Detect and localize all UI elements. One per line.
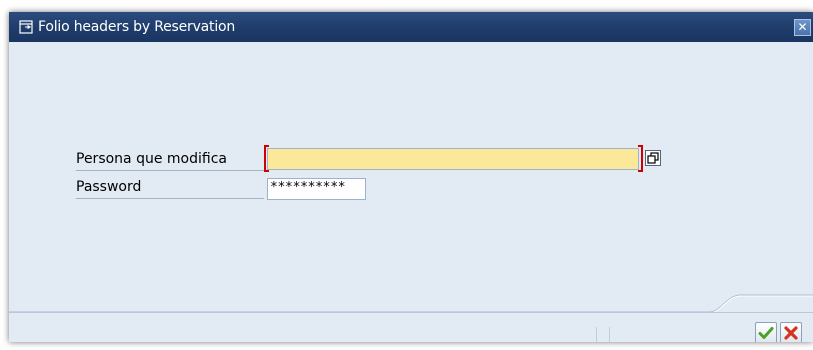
dialog-body: Persona que modifica Password ********** (9, 42, 813, 312)
cancel-icon (784, 326, 798, 340)
user-input[interactable] (267, 148, 639, 170)
password-field-label: Password (76, 177, 264, 199)
dialog-footer (9, 312, 813, 342)
checkmark-icon (758, 327, 774, 339)
dialog-icon (19, 20, 33, 34)
title-bar[interactable]: Folio headers by Reservation ✕ (9, 12, 813, 42)
password-input[interactable]: ********** (267, 178, 366, 200)
close-button[interactable]: ✕ (794, 19, 811, 36)
screen: Folio headers by Reservation ✕ Persona q… (0, 0, 813, 350)
user-field-label: Persona que modifica (76, 149, 264, 171)
cancel-button[interactable] (780, 322, 802, 342)
close-icon: ✕ (797, 20, 808, 34)
footer-separator (609, 327, 610, 342)
dialog-window: Folio headers by Reservation ✕ Persona q… (9, 12, 813, 342)
footer-separator (596, 327, 597, 342)
required-marker-right (638, 145, 643, 172)
value-help-icon[interactable] (645, 150, 661, 166)
ok-button[interactable] (755, 322, 777, 342)
dialog-title: Folio headers by Reservation (38, 19, 236, 35)
